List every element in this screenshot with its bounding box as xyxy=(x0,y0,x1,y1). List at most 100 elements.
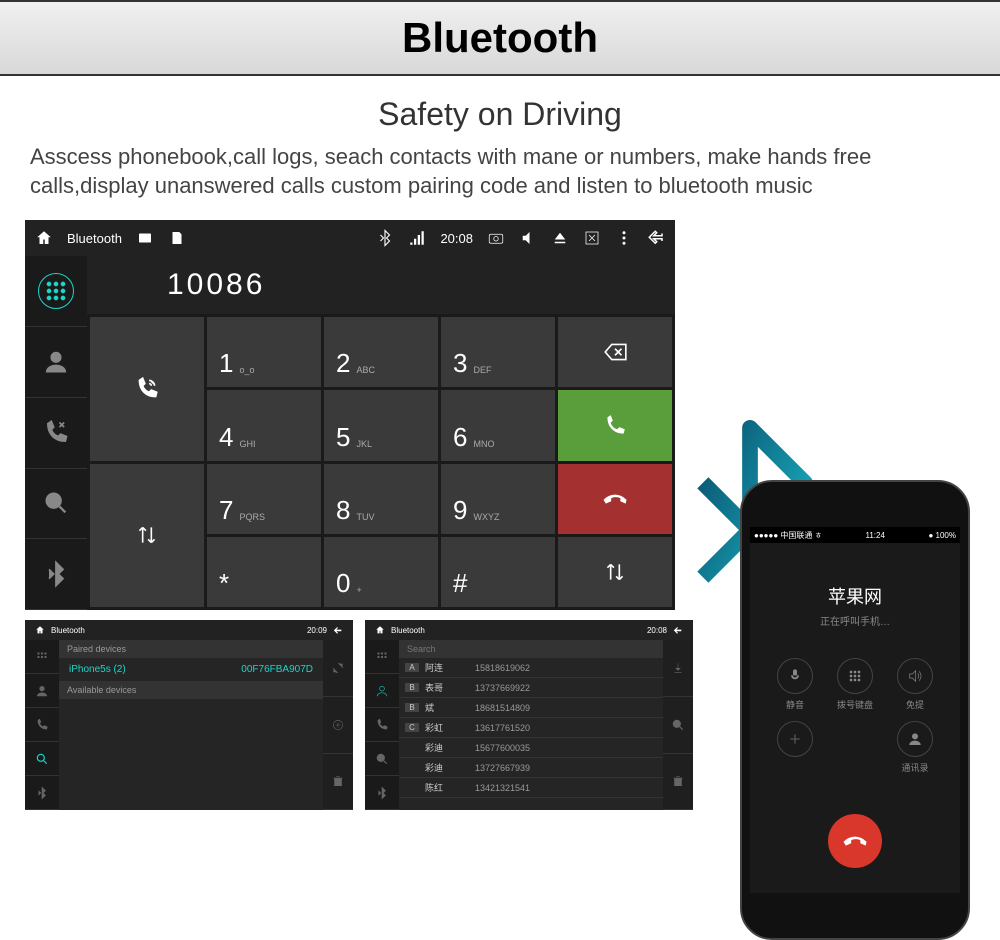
hangup-icon xyxy=(837,823,874,860)
keypad-icon xyxy=(847,668,863,684)
phone-hangup-button[interactable] xyxy=(828,814,882,868)
key-1[interactable]: 1o_o xyxy=(207,317,321,387)
speaker-button[interactable]: 免提 xyxy=(890,658,940,711)
sidebar-dialpad[interactable] xyxy=(25,256,87,327)
back-icon[interactable] xyxy=(647,229,665,247)
bluetooth-icon xyxy=(42,560,70,588)
title-bar: Bluetooth xyxy=(0,0,1000,76)
call-icon xyxy=(602,413,628,439)
sidebar-bluetooth[interactable] xyxy=(25,539,87,610)
close-icon[interactable] xyxy=(583,229,601,247)
key-2[interactable]: 2ABC xyxy=(324,317,438,387)
home-icon xyxy=(375,625,385,635)
phone-log-icon xyxy=(42,419,70,447)
contact-row[interactable]: 彩迪13727667939 xyxy=(399,758,663,778)
key-swap[interactable] xyxy=(558,537,672,607)
paired-device-row[interactable]: iPhone5s (2)00F76FBA907D xyxy=(59,658,323,681)
mini-calllog[interactable] xyxy=(25,708,59,742)
swap-icon xyxy=(602,559,628,585)
person-icon xyxy=(42,348,70,376)
key-0[interactable]: 0+ xyxy=(324,537,438,607)
keypad-button[interactable]: 拨号键盘 xyxy=(830,658,880,711)
bluetooth-icon xyxy=(376,229,394,247)
key-8[interactable]: 8TUV xyxy=(324,464,438,534)
key-transfer[interactable] xyxy=(90,464,204,608)
phone-status-bar: ●●●●● 中国联通 ㅎ11:24● 100% xyxy=(750,527,960,543)
key-7[interactable]: 7PQRS xyxy=(207,464,321,534)
status-bar: Bluetooth 20:08 xyxy=(25,220,675,256)
mini2-bluetooth[interactable] xyxy=(365,776,399,810)
contact-row[interactable]: B表哥13737669922 xyxy=(399,678,663,698)
status-title: Bluetooth xyxy=(67,231,122,246)
delete-button[interactable] xyxy=(663,754,693,811)
mini2-search[interactable] xyxy=(365,742,399,776)
signal-icon xyxy=(408,229,426,247)
contact-row[interactable]: B斌18681514809 xyxy=(399,698,663,718)
key-3[interactable]: 3DEF xyxy=(441,317,555,387)
eject-icon[interactable] xyxy=(551,229,569,247)
phone-mockup: ●●●●● 中国联通 ㅎ11:24● 100% 苹果网 正在呼叫手机… 静音 拨… xyxy=(740,480,970,940)
sidebar xyxy=(25,256,87,610)
mini-bluetooth[interactable] xyxy=(25,776,59,810)
page-title: Bluetooth xyxy=(0,14,1000,62)
add-button[interactable] xyxy=(323,697,353,754)
call-status: 正在呼叫手机… xyxy=(750,613,960,628)
available-header: Available devices xyxy=(59,681,323,699)
search-button[interactable] xyxy=(663,697,693,754)
mic-icon xyxy=(787,668,803,684)
volume-icon[interactable] xyxy=(519,229,537,247)
contacts-screenshot: Bluetooth 20:08 Search A阿连15818619062B表哥… xyxy=(365,620,693,810)
subtitle: Safety on Driving xyxy=(0,96,1000,133)
back-icon xyxy=(673,625,683,635)
search-input[interactable]: Search xyxy=(399,640,663,658)
delete-button[interactable] xyxy=(323,754,353,811)
home-icon[interactable] xyxy=(35,229,53,247)
camera-icon xyxy=(487,229,505,247)
dialpad-icon xyxy=(42,277,70,305)
person-icon xyxy=(907,731,923,747)
number-display: 10086 xyxy=(87,256,675,314)
key-hash[interactable]: # xyxy=(441,537,555,607)
sidebar-calllog[interactable] xyxy=(25,398,87,469)
key-4[interactable]: 4GHI xyxy=(207,390,321,460)
sync-button[interactable] xyxy=(323,640,353,697)
caller-name: 苹果网 xyxy=(750,583,960,609)
add-button[interactable] xyxy=(770,721,820,774)
key-5[interactable]: 5JKL xyxy=(324,390,438,460)
backspace-icon xyxy=(602,339,628,365)
download-button[interactable] xyxy=(663,640,693,697)
paired-devices-screenshot: Bluetooth 20:09 Paired devices iPhone5s … xyxy=(25,620,353,810)
key-9[interactable]: 9WXYZ xyxy=(441,464,555,534)
contacts-button[interactable]: 通讯录 xyxy=(890,721,940,774)
mini2-contacts[interactable] xyxy=(365,674,399,708)
contact-row[interactable]: C彩虹13617761520 xyxy=(399,718,663,738)
hangup-icon xyxy=(597,480,634,517)
sd-icon xyxy=(168,229,186,247)
home-icon xyxy=(35,625,45,635)
mini2-dialpad[interactable] xyxy=(365,640,399,674)
key-call[interactable] xyxy=(558,390,672,460)
speaker-icon xyxy=(907,668,923,684)
mini-contacts[interactable] xyxy=(25,674,59,708)
key-voice[interactable] xyxy=(90,317,204,461)
paired-header: Paired devices xyxy=(59,640,323,658)
mini-dialpad[interactable] xyxy=(25,640,59,674)
contact-row[interactable]: 陈红13421321541 xyxy=(399,778,663,798)
contact-row[interactable]: 彩迪15677600035 xyxy=(399,738,663,758)
mute-button[interactable]: 静音 xyxy=(770,658,820,711)
contact-row[interactable]: A阿连15818619062 xyxy=(399,658,663,678)
sidebar-search[interactable] xyxy=(25,469,87,540)
key-star[interactable]: * xyxy=(207,537,321,607)
sidebar-contacts[interactable] xyxy=(25,327,87,398)
key-6[interactable]: 6MNO xyxy=(441,390,555,460)
dialer-screenshot: Bluetooth 20:08 xyxy=(25,220,675,610)
status-time: 20:08 xyxy=(440,231,473,246)
more-icon[interactable] xyxy=(615,229,633,247)
back-icon xyxy=(333,625,343,635)
mini-search[interactable] xyxy=(25,742,59,776)
mini2-calllog[interactable] xyxy=(365,708,399,742)
key-backspace[interactable] xyxy=(558,317,672,387)
key-hangup[interactable] xyxy=(558,464,672,534)
keypad: 1o_o 2ABC 3DEF 4GHI 5JKL 6MNO 7PQRS 8TUV… xyxy=(87,314,675,610)
card-icon xyxy=(136,229,154,247)
